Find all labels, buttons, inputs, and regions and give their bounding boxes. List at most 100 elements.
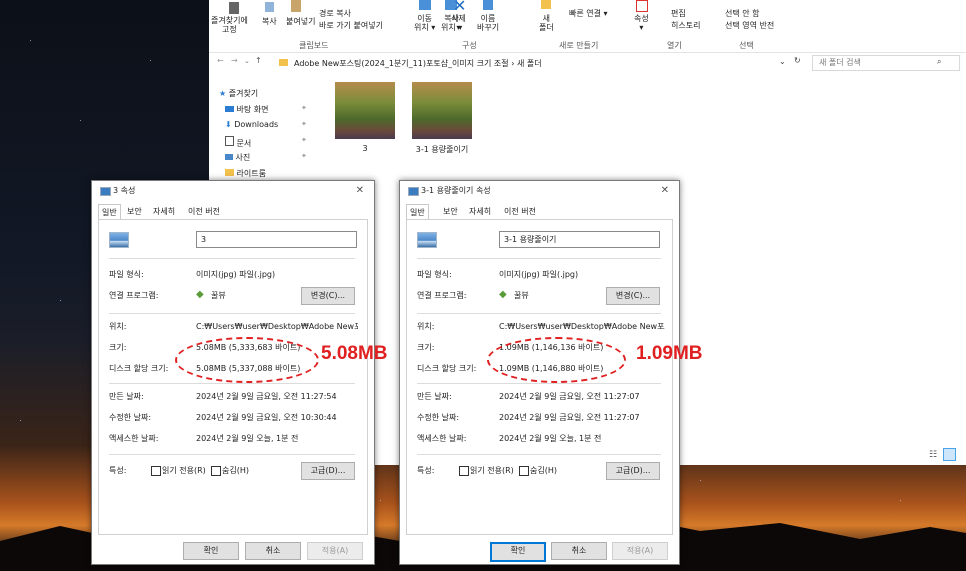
nav-item-label: 문서: [236, 139, 252, 148]
change-button[interactable]: 변경(C)...: [606, 287, 660, 305]
accessed-value: 2024년 2월 9일 오늘, 1분 전: [499, 434, 602, 443]
rename-button[interactable]: 이름 바꾸기: [477, 14, 499, 32]
paste-button[interactable]: 붙여넣기: [286, 16, 315, 27]
dialog-titlebar: 3 속성 ✕: [92, 181, 374, 201]
honeyview-app-icon: ◆: [499, 289, 507, 300]
file-type-value: 이미지(jpg) 파일(.jpg): [499, 270, 579, 279]
modified-value: 2024년 2월 9일 금요일, 오전 10:30:44: [196, 413, 337, 422]
tab-security[interactable]: 보안: [124, 204, 145, 219]
location-label: 위치:: [109, 322, 127, 331]
nav-item-downloads[interactable]: ⬇ Downloads: [225, 120, 278, 129]
pin-quick-access-button[interactable]: 즐겨찾기에 고정: [211, 16, 248, 34]
navigation-pane: ★ 즐겨찾기 바탕 화면 ✦ ⬇ Downloads ✦ 문서 ✦ 사진 ✦ 라…: [209, 84, 317, 184]
readonly-checkbox[interactable]: [151, 466, 161, 476]
cancel-button[interactable]: 취소: [245, 542, 301, 560]
back-arrow-icon[interactable]: ←: [217, 56, 224, 65]
folder-icon: [279, 59, 288, 66]
ok-button[interactable]: 확인: [183, 542, 239, 560]
file-type-value: 이미지(jpg) 파일(.jpg): [196, 270, 276, 279]
up-arrow-icon[interactable]: ↑: [255, 56, 262, 65]
pin-icon: ✦: [301, 152, 307, 160]
cancel-button[interactable]: 취소: [551, 542, 607, 560]
dialog-titlebar: 3-1 용량줄이기 속성 ✕: [400, 181, 679, 201]
address-bar[interactable]: Adobe New포스팅(2024_1분기_11)포토샵_이미지 크기 조절 ›…: [274, 55, 810, 72]
hidden-checkbox[interactable]: [519, 466, 529, 476]
advanced-button[interactable]: 고급(D)...: [301, 462, 355, 480]
file-name-field[interactable]: 3: [196, 231, 357, 248]
attributes-label: 특성:: [109, 466, 127, 475]
nav-item-label: 라이트룸: [236, 169, 266, 178]
history-button[interactable]: 히스토리: [671, 20, 700, 31]
tab-previous-versions[interactable]: 이전 버전: [501, 204, 539, 219]
star-icon: ★: [219, 89, 227, 98]
tab-security[interactable]: 보안: [440, 204, 461, 219]
paste-shortcut-button[interactable]: 바로 가기 붙여넣기: [319, 20, 383, 31]
close-icon[interactable]: ✕: [661, 181, 669, 201]
tab-general[interactable]: 일반: [406, 204, 429, 220]
nav-item-quick-access[interactable]: ★ 즐겨찾기: [219, 88, 258, 99]
refresh-icon[interactable]: ↻: [794, 56, 801, 65]
accessed-value: 2024년 2월 9일 오늘, 1분 전: [196, 434, 299, 443]
location-label: 위치:: [417, 322, 435, 331]
nav-item-documents[interactable]: 문서: [225, 136, 251, 149]
large-icons-view-icon[interactable]: [943, 448, 956, 461]
modified-value: 2024년 2월 9일 금요일, 오전 11:27:07: [499, 413, 640, 422]
tab-details[interactable]: 자세히: [466, 204, 494, 219]
properties-button[interactable]: 속성 ▾: [634, 14, 649, 32]
divider: [109, 383, 355, 384]
image-file-icon: [408, 187, 419, 196]
address-dropdown-icon[interactable]: ⌄: [779, 57, 786, 66]
modified-label: 수정한 날짜:: [109, 413, 152, 422]
advanced-button[interactable]: 고급(D)...: [606, 462, 660, 480]
recent-dropdown-icon[interactable]: ⌄: [244, 57, 250, 65]
delete-button[interactable]: 삭제 ▾: [451, 14, 466, 32]
file-type-label: 파일 형식:: [417, 270, 452, 279]
file-thumbnail[interactable]: [335, 82, 395, 139]
copy-button[interactable]: 복사: [262, 16, 277, 27]
delete-icon: ✕: [453, 0, 467, 15]
pin-icon: [229, 2, 239, 14]
location-value: C:₩Users₩user₩Desktop₩Adobe New포스팅(: [196, 322, 358, 331]
nav-item-desktop[interactable]: 바탕 화면: [225, 104, 269, 115]
invert-selection-button[interactable]: 선택 영역 반전: [725, 20, 774, 31]
open-with-value: 꿀뷰: [514, 291, 529, 300]
download-icon: ⬇: [225, 120, 232, 129]
file-thumbnail[interactable]: [412, 82, 472, 139]
nav-item-pictures[interactable]: 사진: [225, 152, 250, 163]
tab-details[interactable]: 자세히: [150, 204, 178, 219]
new-folder-button[interactable]: 새 폴더: [539, 14, 554, 32]
apply-button[interactable]: 적용(A): [612, 542, 668, 560]
close-icon[interactable]: ✕: [356, 181, 364, 201]
apply-button[interactable]: 적용(A): [307, 542, 363, 560]
select-none-button[interactable]: 선택 안 함: [725, 8, 760, 19]
tab-general[interactable]: 일반: [98, 204, 121, 220]
move-to-icon: [419, 0, 431, 10]
copy-icon: [265, 2, 274, 12]
image-file-icon: [417, 232, 437, 248]
edit-button[interactable]: 편집: [671, 8, 686, 19]
size-highlight-ellipse: [487, 337, 626, 383]
divider: [109, 313, 355, 314]
readonly-checkbox[interactable]: [459, 466, 469, 476]
folder-icon: [541, 0, 551, 9]
copy-path-button[interactable]: 경로 복사: [319, 8, 351, 19]
divider: [109, 258, 355, 259]
forward-arrow-icon[interactable]: →: [231, 56, 238, 65]
desktop-icon: [225, 106, 234, 112]
nav-item-label: 바탕 화면: [236, 105, 269, 114]
ribbon: 즐겨찾기에 고정 복사 붙여넣기 경로 복사 바로 가기 붙여넣기 클립보드 이…: [209, 0, 966, 53]
rename-icon: [483, 0, 493, 10]
hidden-checkbox[interactable]: [211, 466, 221, 476]
easy-access-button[interactable]: 빠른 연결 ▾: [569, 8, 608, 19]
ok-button[interactable]: 확인: [490, 542, 546, 562]
file-name-field[interactable]: 3-1 용량줄이기: [499, 231, 660, 248]
nav-item-lightroom[interactable]: 라이트룸: [225, 168, 266, 179]
change-button[interactable]: 변경(C)...: [301, 287, 355, 305]
readonly-label: 읽기 전용(R): [470, 466, 514, 475]
group-open-label: 열기: [667, 41, 682, 50]
pin-icon: ✦: [301, 104, 307, 112]
details-view-icon[interactable]: ☷: [929, 450, 937, 460]
move-to-button[interactable]: 이동 위치 ▾: [414, 14, 435, 32]
tab-previous-versions[interactable]: 이전 버전: [185, 204, 223, 219]
pin-icon: ✦: [301, 120, 307, 128]
